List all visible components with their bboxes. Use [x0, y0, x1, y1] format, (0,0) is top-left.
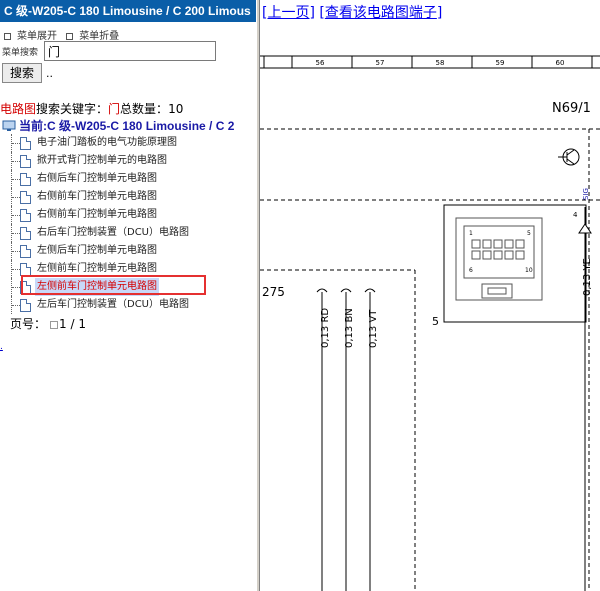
wire-label-rd: 0,13 RD: [320, 308, 331, 348]
tree-item-label: 右侧前车门控制单元电路图: [37, 209, 157, 220]
pin-label: 4: [573, 211, 578, 219]
reference-number: 275: [262, 285, 285, 299]
tree-item[interactable]: 右后车门控制装置（DCU）电路图: [0, 224, 256, 242]
tree-item-label: 左侧后车门控制单元电路图: [37, 245, 157, 256]
connector-pin-label: 1: [469, 230, 473, 237]
tree-item[interactable]: 掀开式背门控制单元的电路图: [0, 152, 256, 170]
page-select[interactable]: [50, 321, 59, 329]
ruler-label: 57: [376, 59, 385, 67]
connector-pin-label: 10: [525, 267, 533, 274]
document-icon: [20, 191, 31, 204]
document-icon: [20, 209, 31, 222]
document-icon: [20, 155, 31, 168]
tree-item[interactable]: 右侧前车门控制单元电路图: [0, 206, 256, 224]
document-icon: [20, 227, 31, 240]
wire-label-ye: 0,13 YE: [582, 258, 593, 296]
count-value: 10: [168, 102, 184, 116]
tree-item-label: 电子油门踏板的电气功能原理图: [37, 137, 177, 148]
ruler-label: 58: [436, 59, 445, 67]
search-button[interactable]: 搜索: [2, 63, 42, 83]
tree-item[interactable]: 左侧后车门控制单元电路图: [0, 242, 256, 260]
wire-label-bn: 0,13 BN: [344, 308, 355, 348]
document-icon: [20, 173, 31, 186]
tree-item-label: 左后车门控制装置（DCU）电路图: [37, 299, 190, 310]
ruler-label: 59: [496, 59, 505, 67]
ellipsis-text: ..: [46, 67, 53, 80]
left-panel: C 级-W205-C 180 Limousine / C 200 Limous …: [0, 0, 256, 591]
collapse-icon: [66, 33, 74, 40]
search-label: 菜单搜索: [2, 48, 39, 58]
control-unit-box: [443, 204, 587, 323]
computer-icon: [2, 120, 16, 131]
tree-item-label: 右侧后车门控制单元电路图: [37, 173, 157, 184]
connector-pin-label: 5: [527, 230, 531, 237]
tree-item-label: 掀开式背门控制单元的电路图: [37, 155, 167, 166]
keyword-label: 搜索关键字：: [36, 102, 109, 116]
right-panel: [上一页] [查看该电路图端子] 56 57 58 59 60 N69/1 1 …: [260, 0, 600, 591]
expand-icon: [4, 33, 11, 40]
document-icon: [20, 299, 31, 312]
selection-highlight-box: [21, 275, 206, 295]
tree-item[interactable]: 右侧后车门控制单元电路图: [0, 170, 256, 188]
current-vehicle-label: 当前:C 级-W205-C 180 Limousine / C 2: [19, 119, 235, 133]
keyword-value: 门: [108, 102, 121, 116]
current-vehicle[interactable]: 当前:C 级-W205-C 180 Limousine / C 2: [2, 117, 234, 134]
menu-row: 菜单展开 菜单折叠: [4, 27, 125, 42]
wiring-diagram: 56 57 58 59 60 N69/1 1 5 6 10 5 SIG 4 0,…: [260, 55, 600, 591]
document-icon: [20, 137, 31, 150]
connector-pin-label: 6: [469, 267, 473, 274]
window-title: C 级-W205-C 180 Limousine / C 200 Limous: [0, 0, 256, 22]
transistor-icon: [558, 148, 580, 166]
document-icon: [20, 245, 31, 258]
sig-label: SIG: [582, 188, 590, 200]
page-current: 1: [59, 317, 67, 331]
tree-item[interactable]: 左后车门控制装置（DCU）电路图: [0, 296, 256, 314]
wire-label-vt: 0,13 VT: [368, 309, 379, 348]
page-label: 页号：: [10, 317, 47, 331]
search-summary: 电路图搜索关键字：门总数量：10: [0, 100, 183, 117]
diagram-link[interactable]: 电路图: [0, 102, 36, 116]
tree-item-label: 右后车门控制装置（DCU）电路图: [37, 227, 190, 238]
search-input[interactable]: [44, 41, 216, 61]
ruler-label: 60: [556, 59, 565, 67]
page-separator: /: [70, 317, 75, 331]
tree-item-label: 右侧前车门控制单元电路图: [37, 191, 157, 202]
component-id: N69/1: [552, 101, 591, 116]
tiny-link[interactable]: .: [0, 342, 3, 352]
pager: 页号： 1 / 1: [10, 315, 86, 332]
box-number: 5: [432, 315, 439, 328]
tree-item[interactable]: 电子油门踏板的电气功能原理图: [0, 134, 256, 152]
page-total: 1: [78, 317, 86, 331]
count-label: 总数量：: [120, 102, 169, 116]
tree-item[interactable]: 右侧前车门控制单元电路图: [0, 188, 256, 206]
ruler-label: 56: [316, 59, 325, 67]
